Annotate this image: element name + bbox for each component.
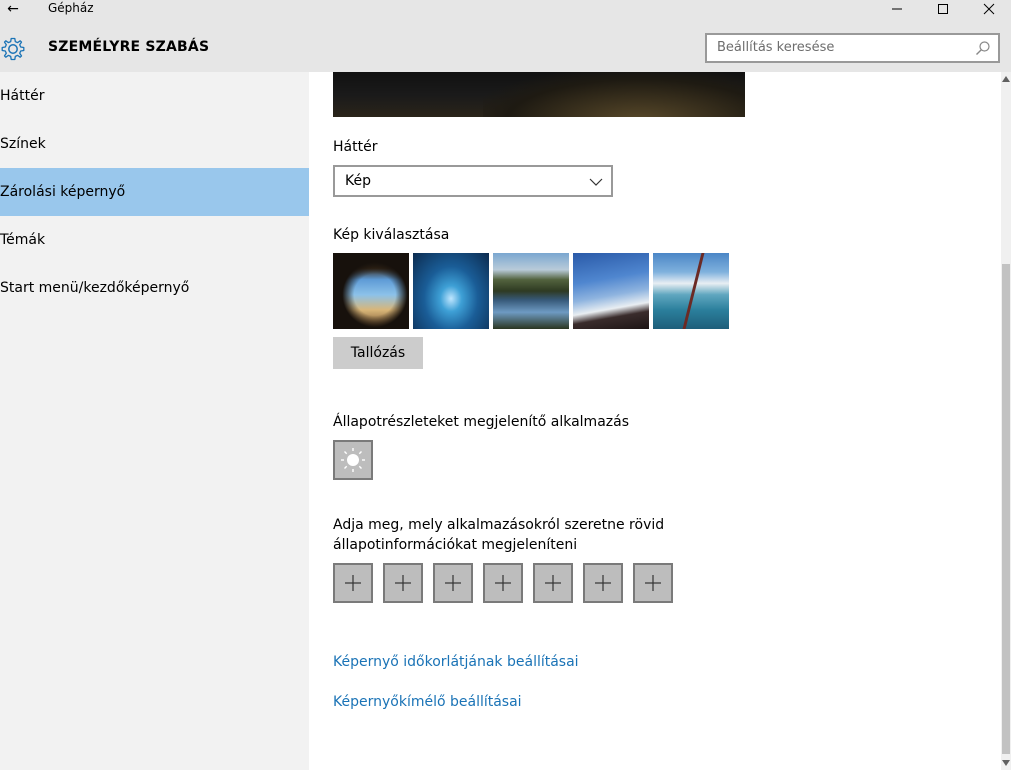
sidebar-item-background[interactable]: Háttér <box>0 72 309 120</box>
picture-thumbnail[interactable] <box>413 253 489 329</box>
lock-screen-preview <box>333 72 745 117</box>
plus-icon <box>545 575 561 591</box>
maximize-icon <box>938 4 948 14</box>
sidebar-item-lock-screen[interactable]: Zárolási képernyő <box>0 168 309 216</box>
sidebar-item-themes[interactable]: Témák <box>0 216 309 264</box>
quick-status-add-button[interactable] <box>433 563 473 603</box>
page-title: SZEMÉLYRE SZABÁS <box>48 39 210 55</box>
window-title: Gépház <box>48 1 94 15</box>
scrollbar-thumb[interactable] <box>1002 264 1010 754</box>
detailed-status-app-button[interactable] <box>333 440 373 480</box>
back-arrow-icon: ← <box>7 1 19 17</box>
screen-timeout-settings-link[interactable]: Képernyő időkorlátjának beállításai <box>333 654 579 670</box>
picture-thumbnail[interactable] <box>653 253 729 329</box>
search-input[interactable]: Beállítás keresése <box>705 33 1000 63</box>
settings-header: SZEMÉLYRE SZABÁS Beállítás keresése <box>0 24 1011 72</box>
quick-status-add-button[interactable] <box>333 563 373 603</box>
maximize-button[interactable] <box>920 0 966 18</box>
sidebar-item-label: Témák <box>0 232 46 248</box>
scroll-up-icon[interactable] <box>1001 74 1011 84</box>
weather-sun-icon <box>341 448 365 472</box>
gear-icon <box>1 37 25 61</box>
sidebar-item-colors[interactable]: Színek <box>0 120 309 168</box>
search-placeholder: Beállítás keresése <box>717 40 835 55</box>
picture-thumbnail[interactable] <box>493 253 569 329</box>
chevron-down-icon <box>589 178 603 186</box>
background-label: Háttér <box>333 139 378 155</box>
sidebar-item-start[interactable]: Start menü/kezdőképernyő <box>0 264 309 312</box>
close-button[interactable] <box>966 0 1011 18</box>
quick-status-label: Adja meg, mely alkalmazásokról szeretne … <box>333 517 665 553</box>
picture-thumbnail[interactable] <box>333 253 409 329</box>
title-bar: ← Gépház <box>0 0 1011 24</box>
plus-icon <box>345 575 361 591</box>
main-content: Háttér Kép Kép kiválasztása Tallózás Áll… <box>309 72 1001 770</box>
picture-thumbnail[interactable] <box>573 253 649 329</box>
browse-button[interactable]: Tallózás <box>333 337 423 369</box>
scroll-down-icon[interactable] <box>1001 758 1011 768</box>
background-select-value: Kép <box>345 173 371 189</box>
plus-icon <box>495 575 511 591</box>
quick-status-add-button[interactable] <box>533 563 573 603</box>
vertical-scrollbar[interactable] <box>1001 72 1011 770</box>
quick-status-add-button[interactable] <box>583 563 623 603</box>
detailed-status-label: Állapotrészleteket megjelenítő alkalmazá… <box>333 414 629 430</box>
minimize-icon <box>892 8 902 10</box>
sidebar-item-label: Zárolási képernyő <box>0 184 126 200</box>
minimize-button[interactable] <box>874 0 920 18</box>
quick-status-add-button[interactable] <box>633 563 673 603</box>
sidebar-nav: Háttér Színek Zárolási képernyő Témák St… <box>0 72 309 770</box>
back-button[interactable]: ← <box>0 0 26 18</box>
quick-status-add-button[interactable] <box>483 563 523 603</box>
search-icon[interactable] <box>975 40 991 56</box>
sidebar-item-label: Színek <box>0 136 46 152</box>
sidebar-item-label: Háttér <box>0 88 45 104</box>
plus-icon <box>645 575 661 591</box>
quick-status-add-button[interactable] <box>383 563 423 603</box>
background-select[interactable]: Kép <box>333 165 613 197</box>
plus-icon <box>445 575 461 591</box>
choose-picture-label: Kép kiválasztása <box>333 227 450 243</box>
plus-icon <box>595 575 611 591</box>
plus-icon <box>395 575 411 591</box>
screensaver-settings-link[interactable]: Képernyőkímélő beállításai <box>333 694 522 710</box>
sidebar-item-label: Start menü/kezdőképernyő <box>0 280 190 296</box>
close-icon <box>983 3 995 15</box>
